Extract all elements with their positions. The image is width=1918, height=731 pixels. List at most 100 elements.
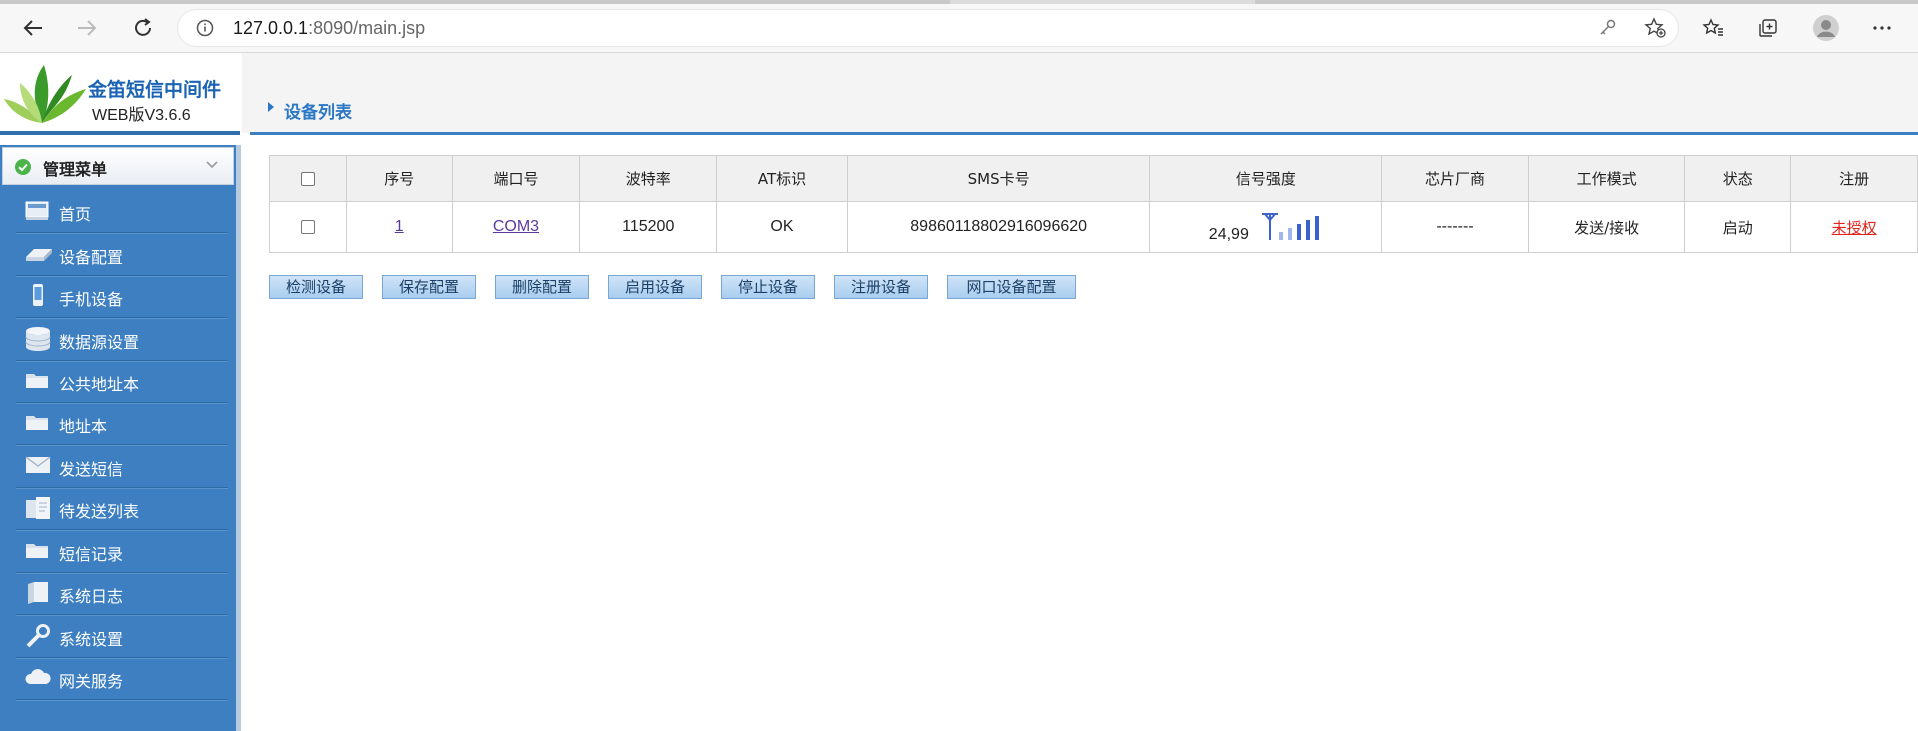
sidebar-item-addressbook[interactable]: 地址本 <box>16 402 228 445</box>
key-icon[interactable] <box>1598 18 1618 42</box>
column-header[interactable]: 工作模式 <box>1527 155 1686 202</box>
sidebar-item-home[interactable]: 首页 <box>16 190 228 233</box>
column-header[interactable]: 注册 <box>1790 155 1918 202</box>
enable-device-button[interactable]: 启用设备 <box>608 275 702 299</box>
folder-icon <box>24 368 50 392</box>
column-header[interactable]: SMS卡号 <box>846 155 1151 202</box>
menu-header[interactable]: 管理菜单 <box>2 147 234 185</box>
sidebar: 金笛短信中间件 WEB版V3.6.6 管理菜单 首页 设备配置 手机设备 数据源… <box>0 53 241 731</box>
sidebar-item-public-addressbook[interactable]: 公共地址本 <box>16 360 228 403</box>
collections-icon[interactable] <box>1752 12 1784 44</box>
row-checkbox[interactable] <box>300 219 315 234</box>
address-bar[interactable]: 127.0.0.1:8090/main.jsp <box>178 10 1678 46</box>
logo-leaves-icon <box>4 65 86 123</box>
device-table: 序号 端口号 波特率 AT标识 SMS卡号 信号强度 芯片厂商 工作模式 状态 … <box>269 155 1918 253</box>
port-cell: COM3 <box>451 201 581 253</box>
column-header[interactable]: AT标识 <box>716 155 848 202</box>
stop-device-button[interactable]: 停止设备 <box>721 275 815 299</box>
favorites-icon[interactable] <box>1697 12 1729 44</box>
browser-toolbar: 127.0.0.1:8090/main.jsp <box>0 4 1918 53</box>
signal-bar <box>1296 224 1301 240</box>
logo-version: WEB版V3.6.6 <box>92 107 191 124</box>
signal-cell: 24,99 <box>1149 201 1383 253</box>
more-menu-icon[interactable] <box>1866 12 1898 44</box>
folder-icon <box>24 410 50 434</box>
network-device-config-button[interactable]: 网口设备配置 <box>947 275 1076 299</box>
add-favorite-icon[interactable] <box>1644 17 1666 43</box>
page-header: 设备列表 <box>242 53 1918 133</box>
column-header[interactable]: 状态 <box>1684 155 1792 202</box>
url-rest: :8090/main.jsp <box>308 18 426 38</box>
refresh-icon[interactable] <box>127 12 159 44</box>
menu-panel: 管理菜单 首页 设备配置 手机设备 数据源设置 公共地址本 地址本 发送短信 待… <box>0 145 241 731</box>
table-header-row: 序号 端口号 波特率 AT标识 SMS卡号 信号强度 芯片厂商 工作模式 状态 … <box>269 155 1918 202</box>
sidebar-item-send-sms[interactable]: 发送短信 <box>16 445 228 488</box>
info-icon[interactable] <box>196 19 214 41</box>
sidebar-item-label: 系统日志 <box>59 587 124 606</box>
sidebar-item-phone-device[interactable]: 手机设备 <box>16 275 228 318</box>
column-header[interactable]: 序号 <box>345 155 453 202</box>
sidebar-item-label: 地址本 <box>59 417 108 436</box>
sidebar-item-gateway[interactable]: 网关服务 <box>16 657 228 700</box>
save-config-button[interactable]: 保存配置 <box>382 275 476 299</box>
signal-bar <box>1278 232 1283 240</box>
sidebar-item-system-settings[interactable]: 系统设置 <box>16 615 228 658</box>
clipboard-icon <box>24 495 50 519</box>
main-content: 设备列表 序号 端口号 波特率 AT标识 SMS卡号 信号强度 芯片厂商 工作模… <box>242 53 1918 731</box>
cloud-icon <box>24 665 51 689</box>
sidebar-item-label: 公共地址本 <box>59 375 140 394</box>
caret-right-icon <box>268 102 274 112</box>
sidebar-item-device-config[interactable]: 设备配置 <box>16 233 228 276</box>
select-all-checkbox[interactable] <box>300 172 315 186</box>
column-header[interactable]: 信号强度 <box>1149 155 1383 202</box>
sidebar-item-datasource[interactable]: 数据源设置 <box>16 318 228 361</box>
sidebar-item-label: 待发送列表 <box>59 502 140 521</box>
sidebar-item-sms-records[interactable]: 短信记录 <box>16 530 228 573</box>
signal-bars-icon <box>1261 213 1319 240</box>
page-title: 设备列表 <box>284 103 352 123</box>
sidebar-item-system-log[interactable]: 系统日志 <box>16 572 228 615</box>
chevron-down-icon[interactable] <box>205 158 219 174</box>
sidebar-item-label: 网关服务 <box>59 672 124 691</box>
signal-bar <box>1287 228 1292 240</box>
url-text: 127.0.0.1:8090/main.jsp <box>233 18 425 39</box>
sidebar-item-label: 短信记录 <box>59 545 124 564</box>
port-link[interactable]: COM3 <box>493 218 539 235</box>
forward-icon[interactable] <box>71 12 103 44</box>
wrench-icon <box>24 623 50 648</box>
envelope-icon <box>24 453 51 477</box>
detect-device-button[interactable]: 检测设备 <box>269 275 363 299</box>
sidebar-item-label: 系统设置 <box>59 630 124 649</box>
row-select-cell <box>269 201 347 253</box>
signal-bar <box>1305 220 1310 240</box>
sidebar-item-label: 数据源设置 <box>59 333 140 352</box>
column-header[interactable]: 芯片厂商 <box>1381 155 1529 202</box>
profile-avatar[interactable] <box>1810 12 1842 44</box>
sidebar-item-pending-list[interactable]: 待发送列表 <box>16 487 228 530</box>
baud-cell: 115200 <box>579 201 718 253</box>
divider <box>250 132 1918 135</box>
at-cell: OK <box>716 201 848 253</box>
register-device-button[interactable]: 注册设备 <box>834 275 928 299</box>
sidebar-item-label: 手机设备 <box>59 290 124 309</box>
unauthorized-link[interactable]: 未授权 <box>1832 219 1877 237</box>
book-icon <box>24 580 50 604</box>
signal-strength: 24,99 <box>1209 212 1323 243</box>
register-cell: 未授权 <box>1790 201 1918 253</box>
menu-header-title: 管理菜单 <box>43 160 108 179</box>
table-row: 1 COM3 115200 OK 89860118802916096620 24… <box>269 201 1918 253</box>
column-header[interactable]: 波特率 <box>579 155 718 202</box>
column-header[interactable]: 端口号 <box>451 155 581 202</box>
select-all-cell <box>269 155 347 202</box>
sidebar-item-label: 发送短信 <box>59 460 124 479</box>
url-host: 127.0.0.1 <box>233 18 309 38</box>
sidebar-item-label: 设备配置 <box>59 248 124 267</box>
index-cell: 1 <box>345 201 453 253</box>
database-icon <box>24 326 51 351</box>
back-icon[interactable] <box>17 12 49 44</box>
sidebar-item-label: 首页 <box>59 205 92 224</box>
index-link[interactable]: 1 <box>395 218 404 235</box>
home-icon <box>24 198 50 222</box>
logo: 金笛短信中间件 WEB版V3.6.6 <box>0 53 240 133</box>
delete-config-button[interactable]: 删除配置 <box>495 275 589 299</box>
